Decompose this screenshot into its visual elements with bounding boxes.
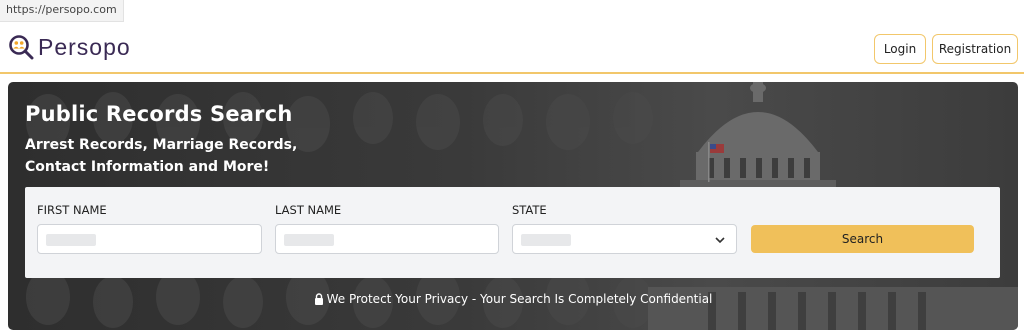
registration-button[interactable]: Registration: [932, 34, 1018, 64]
privacy-text: We Protect Your Privacy - Your Search Is…: [326, 292, 713, 306]
hero-title: Public Records Search: [25, 102, 293, 126]
state-select[interactable]: [512, 224, 737, 254]
search-form: FIRST NAME LAST NAME STATE Search: [25, 187, 1000, 278]
hero-subtitle-line-1: Arrest Records, Marriage Records,: [25, 137, 298, 153]
redacted-value: [284, 234, 334, 246]
redacted-value: [46, 234, 96, 246]
persopo-logo-icon: [9, 35, 34, 60]
redacted-value: [521, 234, 571, 246]
first-name-input[interactable]: [37, 224, 262, 254]
lock-icon: [314, 293, 323, 305]
last-name-input[interactable]: [275, 224, 499, 254]
chevron-down-icon: [715, 237, 725, 244]
hero-banner: Public Records Search Arrest Records, Ma…: [8, 82, 1018, 330]
brand-logo[interactable]: Persopo: [8, 32, 131, 62]
state-label: STATE: [512, 203, 547, 217]
privacy-notice: We Protect Your Privacy - Your Search Is…: [8, 292, 1018, 306]
last-name-label: LAST NAME: [275, 203, 342, 217]
login-button[interactable]: Login: [874, 34, 926, 64]
hero-subtitle-line-2: Contact Information and More!: [25, 159, 270, 175]
site-header: Persopo Login Registration: [0, 22, 1024, 74]
search-button[interactable]: Search: [751, 225, 974, 253]
hero-subtitle: Arrest Records, Marriage Records, Contac…: [25, 134, 297, 178]
first-name-label: FIRST NAME: [37, 203, 107, 217]
url-status-bar: https://persopo.com: [0, 0, 124, 22]
brand-name: Persopo: [38, 33, 131, 60]
